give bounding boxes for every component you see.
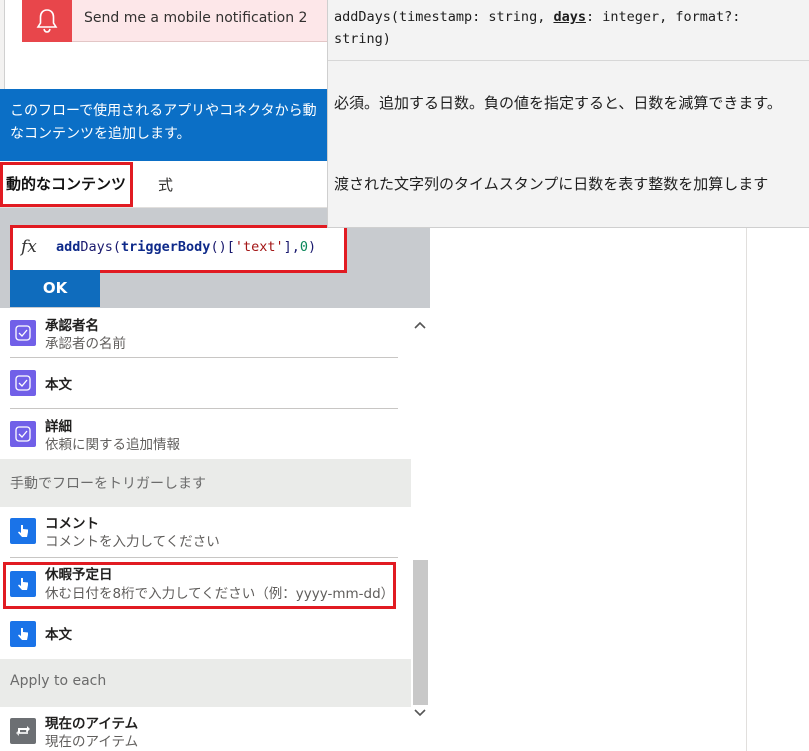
- list-item-subtitle: コメントを入力してください: [45, 534, 220, 550]
- list-item-title: 本文: [45, 627, 72, 643]
- notification-action-card[interactable]: Send me a mobile notification 2: [22, 0, 331, 42]
- list-item-title: 現在のアイテム: [45, 716, 139, 732]
- approval-icon: [10, 320, 36, 346]
- section-header-manual-trigger: 手動でフローをトリガーします: [0, 459, 411, 507]
- section-header-apply-to-each: Apply to each: [0, 659, 411, 707]
- fx-icon: fx: [21, 237, 37, 257]
- tab-expression[interactable]: 式: [158, 174, 173, 195]
- expr-fn-days: Days(: [80, 239, 122, 255]
- signature-prefix: addDays(timestamp: string,: [334, 9, 554, 25]
- touch-icon: [10, 518, 36, 544]
- function-signature-tooltip: addDays(timestamp: string, days: integer…: [327, 0, 809, 228]
- list-item-body[interactable]: 本文: [0, 358, 411, 408]
- expression-input[interactable]: fx addDays(triggerBody()['text'],0): [10, 225, 347, 273]
- scroll-up-icon[interactable]: [413, 320, 427, 330]
- list-item-title: コメント: [45, 516, 99, 532]
- tooltip-divider: [328, 60, 809, 61]
- signature-active-param: days: [553, 9, 586, 25]
- scroll-down-icon[interactable]: [413, 708, 427, 718]
- list-item-title: 承認者名: [45, 318, 99, 334]
- scrollbar-thumb[interactable]: [413, 560, 428, 705]
- list-item-title: 詳細: [45, 419, 72, 435]
- dynamic-content-description-line1: このフローで使用されるアプリやコネクタから動: [10, 103, 317, 119]
- highlight-vacation-date: [3, 562, 396, 609]
- list-item-subtitle: 承認者の名前: [45, 336, 126, 352]
- list-divider: [10, 408, 398, 409]
- expr-after-string: ],: [283, 239, 300, 255]
- list-item-subtitle: 依頼に関する追加情報: [45, 437, 180, 453]
- list-item-manual-body[interactable]: 本文: [0, 609, 411, 659]
- loop-icon: [10, 718, 36, 744]
- expression-code[interactable]: addDays(triggerBody()['text'],0): [56, 239, 316, 255]
- list-item-title: 本文: [45, 377, 72, 393]
- function-signature: addDays(timestamp: string, days: integer…: [334, 6, 804, 50]
- expr-paren: ()[: [210, 239, 235, 255]
- touch-icon: [10, 621, 36, 647]
- list-item-comment[interactable]: コメント コメントを入力してください: [0, 510, 411, 560]
- approval-icon: [10, 370, 36, 396]
- expr-close: ): [308, 239, 317, 255]
- bell-icon: [36, 9, 58, 33]
- notification-icon-box: [22, 0, 72, 42]
- expr-trigger-body: triggerBody: [121, 239, 211, 255]
- list-item-subtitle: 現在のアイテム: [45, 734, 139, 750]
- dynamic-content-header: このフローで使用されるアプリやコネクタから動 なコンテンツを追加します。: [0, 89, 327, 161]
- tab-dynamic-content[interactable]: 動的なコンテンツ: [0, 162, 133, 207]
- expr-number: 0: [299, 239, 309, 255]
- ok-button[interactable]: OK: [10, 270, 100, 307]
- notification-action-title: Send me a mobile notification 2: [84, 10, 308, 26]
- expr-fn-add: add: [56, 239, 81, 255]
- parameter-description: 必須。追加する日数。負の値を指定すると、日数を減算できます。: [334, 94, 782, 112]
- list-item-details[interactable]: 詳細 依頼に関する追加情報: [0, 413, 411, 463]
- list-divider: [10, 557, 398, 558]
- list-item-approver-name[interactable]: 承認者名 承認者の名前: [0, 312, 411, 362]
- panel-divider: [746, 228, 747, 751]
- dynamic-content-description-line2: なコンテンツを追加します。: [10, 126, 191, 142]
- expr-string: 'text': [234, 239, 284, 255]
- list-item-current-item[interactable]: 現在のアイテム 現在のアイテム: [0, 710, 411, 751]
- approval-icon: [10, 421, 36, 447]
- function-description: 渡された文字列のタイムスタンプに日数を表す整数を加算します: [334, 175, 769, 193]
